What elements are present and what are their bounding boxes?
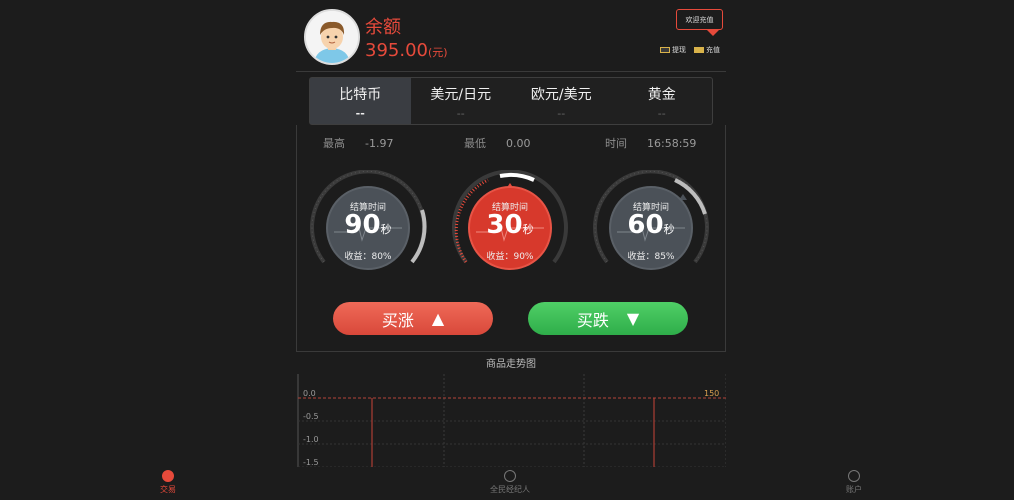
recharge-link[interactable]: 充值 xyxy=(694,45,720,55)
dial-seconds: 30秒 xyxy=(448,210,572,240)
chart-y-tick-label: -1.5 xyxy=(303,458,319,467)
recharge-icon xyxy=(694,47,704,53)
dial-seconds: 90秒 xyxy=(306,210,430,240)
avatar-face-icon xyxy=(306,11,358,63)
dial-yield: 收益：80% xyxy=(344,252,392,262)
nav-agent-label: 全民经纪人 xyxy=(490,485,530,494)
balance-label: 余额 xyxy=(365,17,401,38)
dial-seconds-unit: 秒 xyxy=(522,223,534,236)
stat-time-value: 16:58:59 xyxy=(647,137,697,150)
nav-agent[interactable]: 全民经纪人 xyxy=(470,470,550,495)
dial-60s[interactable]: 结算时间 60秒 收益：85% xyxy=(589,170,713,270)
tab-label: 黄金 xyxy=(647,87,676,103)
tab-bitcoin[interactable]: 比特币 -- xyxy=(310,78,411,124)
dial-seconds: 60秒 xyxy=(589,210,713,240)
dial-seconds-unit: 秒 xyxy=(663,223,675,236)
stat-time-label: 时间 xyxy=(605,137,627,150)
trend-chart-svg: 0.0 -0.5 -1.0 -1.5 150 xyxy=(297,374,727,468)
stat-low: 最低 0.00 xyxy=(464,135,531,151)
dial-seconds-value: 90 xyxy=(344,210,381,240)
buy-up-label: 买涨 xyxy=(381,310,414,330)
balance-value: 395.00(元) xyxy=(365,40,448,61)
stat-high-value: -1.97 xyxy=(365,137,394,150)
account-icon xyxy=(848,470,860,482)
tab-label: 欧元/美元 xyxy=(530,87,592,103)
dial-yield: 收益：90% xyxy=(486,252,534,262)
buy-up-button[interactable]: 买涨 ▲ xyxy=(333,302,493,335)
balance-unit: (元) xyxy=(427,46,448,59)
tab-value: -- xyxy=(355,107,365,120)
nav-account-label: 账户 xyxy=(846,485,862,494)
tab-usd-jpy[interactable]: 美元/日元 -- xyxy=(411,78,512,124)
chart-title: 商品走势图 xyxy=(486,359,536,370)
trend-chart: 0.0 -0.5 -1.0 -1.5 150 xyxy=(296,372,727,468)
stat-high-label: 最高 xyxy=(323,137,345,150)
tab-label: 美元/日元 xyxy=(430,87,492,103)
trading-panel: 余额 395.00(元) 欢迎充值 提现 充值 比特币 -- 美元/日元 -- … xyxy=(296,0,726,352)
stat-low-label: 最低 xyxy=(464,137,486,150)
bottom-navigation: 交易 全民经纪人 账户 xyxy=(0,468,1014,500)
welcome-bubble-tail xyxy=(707,30,719,36)
dial-90s[interactable]: 结算时间 90秒 收益：80% xyxy=(306,170,430,270)
tab-eur-usd[interactable]: 欧元/美元 -- xyxy=(511,78,612,124)
dial-30s[interactable]: 结算时间 30秒 收益：90% xyxy=(448,170,572,270)
withdraw-link[interactable]: 提现 xyxy=(660,45,686,55)
arrow-up-icon: ▲ xyxy=(431,309,445,328)
chart-y-tick-label: 0.0 xyxy=(303,389,316,398)
agent-icon xyxy=(504,470,516,482)
chart-right-label: 150 xyxy=(704,389,719,398)
chart-y-tick-label: -1.0 xyxy=(303,435,319,444)
arrow-down-icon: ▼ xyxy=(626,309,640,328)
asset-tabs: 比特币 -- 美元/日元 -- 欧元/美元 -- 黄金 -- xyxy=(309,77,713,125)
dial-seconds-unit: 秒 xyxy=(380,223,392,236)
nav-trade-label: 交易 xyxy=(160,485,176,494)
account-header: 余额 395.00(元) 欢迎充值 提现 充值 xyxy=(296,0,726,72)
tab-label: 比特币 xyxy=(339,87,382,103)
withdraw-icon xyxy=(660,47,670,53)
tab-gold[interactable]: 黄金 -- xyxy=(612,78,713,124)
dial-seconds-value: 30 xyxy=(486,210,523,240)
dial-yield: 收益：85% xyxy=(627,252,675,262)
buy-down-label: 买跌 xyxy=(576,310,609,330)
stat-time: 时间 16:58:59 xyxy=(605,135,696,151)
stat-low-value: 0.00 xyxy=(506,137,531,150)
tab-value: -- xyxy=(657,107,666,120)
tab-value: -- xyxy=(456,107,465,120)
buy-down-button[interactable]: 买跌 ▼ xyxy=(528,302,688,335)
nav-trade[interactable]: 交易 xyxy=(128,470,208,495)
trade-icon xyxy=(162,470,174,482)
chart-y-tick-label: -0.5 xyxy=(303,412,319,421)
user-avatar[interactable] xyxy=(304,9,360,65)
tab-value: -- xyxy=(557,107,566,120)
dial-seconds-value: 60 xyxy=(627,210,664,240)
welcome-recharge-button[interactable]: 欢迎充值 xyxy=(676,9,723,30)
recharge-label: 充值 xyxy=(706,46,720,54)
stat-high: 最高 -1.97 xyxy=(323,135,393,151)
nav-account[interactable]: 账户 xyxy=(814,470,894,495)
balance-amount: 395.00 xyxy=(365,40,428,61)
withdraw-label: 提现 xyxy=(672,46,686,54)
